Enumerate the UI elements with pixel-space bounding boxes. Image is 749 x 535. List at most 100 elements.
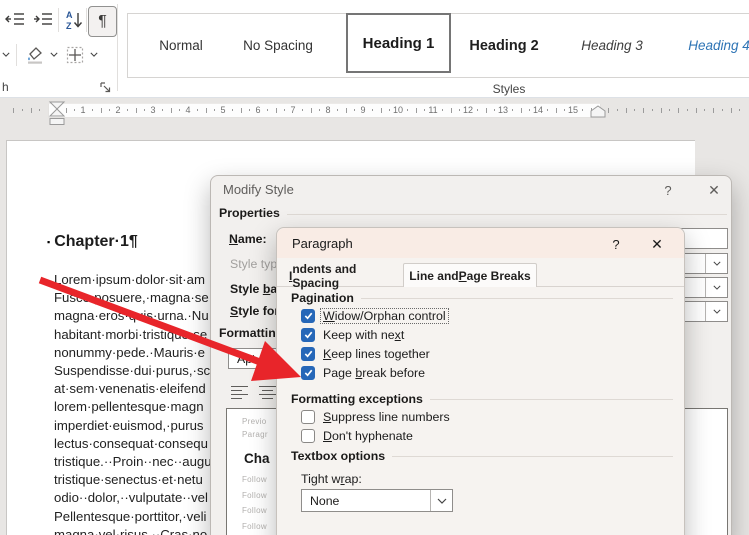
checkbox-box[interactable]	[301, 410, 315, 424]
document-text-line[interactable]: nonummy·pede.·Mauris·e	[54, 344, 216, 362]
ruler-tick	[74, 109, 75, 111]
ruler-tick	[459, 109, 460, 111]
ruler-tick	[214, 109, 215, 111]
checkbox-keep-with-next[interactable]: Keep with next	[291, 325, 673, 344]
heading-text: Chapter·1¶	[54, 233, 138, 251]
decrease-indent-icon[interactable]	[3, 10, 26, 28]
tight-wrap-combo[interactable]: None	[301, 489, 453, 512]
ruler-tick	[346, 108, 347, 113]
document-heading[interactable]: ▪ Chapter·1¶	[47, 233, 138, 251]
align-center-icon[interactable]	[259, 386, 276, 400]
align-left-icon[interactable]	[231, 386, 248, 400]
document-text-line[interactable]: magna·eros·quis·urna.·Nu	[54, 307, 216, 325]
ruler-tick	[232, 109, 233, 111]
ruler-tick	[739, 109, 740, 111]
checkbox-label: Don't hyphenate	[321, 429, 415, 443]
document-body[interactable]: Lorem·ipsum·dolor·sit·amFusce·posuere,·m…	[54, 271, 216, 535]
dialog-launcher-icon[interactable]	[99, 81, 112, 94]
preview-following-line: Follow	[242, 475, 267, 484]
ruler-tick	[556, 108, 557, 113]
document-text-line[interactable]: tristique·senectus·et·netu	[54, 471, 216, 489]
tight-wrap-label: Tight wrap:	[301, 472, 673, 486]
checkbox-widow-orphan-control[interactable]: Widow/Orphan control	[291, 306, 673, 325]
borders-icon[interactable]	[64, 44, 86, 66]
close-icon[interactable]: ✕	[648, 235, 666, 253]
ruler-tick	[319, 109, 320, 111]
ribbon-separator	[58, 8, 59, 32]
ruler-tick	[57, 109, 58, 111]
chevron-down-icon[interactable]	[88, 48, 100, 60]
ruler-tick: 11	[428, 105, 437, 115]
document-text-line[interactable]: tristique.··Proin··nec··augu	[54, 453, 216, 471]
style-gallery-item-no-spacing[interactable]: No Spacing	[243, 14, 313, 77]
chevron-down-icon[interactable]	[705, 254, 727, 273]
shading-bucket-icon[interactable]	[24, 44, 46, 66]
ruler-tick	[451, 108, 452, 113]
checkbox-label: Keep lines together	[321, 347, 432, 361]
ruler-tick	[31, 108, 32, 113]
document-text-line[interactable]: imperdiet·euismod,·purus	[54, 417, 216, 435]
chevron-down-icon[interactable]	[705, 278, 727, 297]
checkbox-box[interactable]	[301, 429, 315, 443]
chevron-down-icon[interactable]	[0, 48, 12, 60]
ruler-tick: 2	[115, 105, 120, 115]
preview-previous-text: Previo	[242, 417, 266, 426]
ruler-tick	[302, 109, 303, 111]
ruler-tick: 9	[360, 105, 365, 115]
close-icon[interactable]: ✕	[705, 181, 723, 199]
ruler-tick	[284, 109, 285, 111]
ruler-tick	[372, 109, 373, 111]
checkbox-box[interactable]	[301, 328, 315, 342]
ruler-tick	[731, 108, 732, 113]
checkbox-suppress-line-numbers[interactable]: Suppress line numbers	[291, 407, 673, 426]
ruler-tick	[722, 109, 723, 111]
checkbox-box[interactable]	[301, 347, 315, 361]
ruler-tick: 12	[463, 105, 473, 115]
style-gallery-item-heading-4[interactable]: Heading 4	[688, 14, 749, 77]
checkbox-page-break-before[interactable]: Page break before	[291, 363, 673, 382]
paragraph-content: PaginationWidow/Orphan controlKeep with …	[291, 290, 673, 512]
help-icon[interactable]: ?	[659, 181, 677, 199]
document-text-line[interactable]: at·sem·venenatis·eleifend	[54, 380, 216, 398]
document-text-line[interactable]: lectus·consequat·consequ	[54, 435, 216, 453]
checkbox-don-t-hyphenate[interactable]: Don't hyphenate	[291, 426, 673, 445]
tab-line-and-page-breaks[interactable]: Line and Page Breaks	[403, 263, 537, 287]
tab-indents-and-spacing[interactable]: Indents and Spacing	[289, 265, 399, 286]
checkbox-box[interactable]	[301, 309, 315, 323]
style-gallery-item-normal[interactable]: Normal	[159, 14, 203, 77]
checkbox-box[interactable]	[301, 366, 315, 380]
group-header-textbox-options: Textbox options	[291, 448, 673, 464]
chevron-down-icon[interactable]	[48, 48, 60, 60]
document-text-line[interactable]: magna·vel·risus.··Cras·no	[54, 526, 216, 535]
chevron-down-icon[interactable]	[430, 490, 452, 511]
ruler-tick	[477, 109, 478, 111]
document-text-line[interactable]: Fusce·posuere,·magna·se	[54, 289, 216, 307]
checkbox-label: Page break before	[321, 366, 427, 380]
ruler-tick	[311, 108, 312, 113]
help-icon[interactable]: ?	[607, 235, 625, 253]
style-gallery-item-heading-1[interactable]: Heading 1	[346, 13, 451, 73]
document-text-line[interactable]: odio··dolor,··vulputate··vel	[54, 489, 216, 507]
document-text-line[interactable]: habitant·morbi·tristique·se	[54, 326, 216, 344]
chevron-down-icon[interactable]	[705, 302, 727, 321]
document-text-line[interactable]: Pellentesque·porttitor,·veli	[54, 508, 216, 526]
paragraph-title: Paragraph	[292, 236, 353, 251]
preview-following-line: Follow	[242, 522, 267, 531]
heading-bullet: ▪	[47, 237, 50, 247]
show-formatting-marks-button[interactable]: ¶	[88, 6, 117, 37]
sort-icon[interactable]: A Z	[61, 8, 86, 32]
style-gallery-item-heading-2[interactable]: Heading 2	[469, 14, 538, 77]
document-text-line[interactable]: lorem·pellentesque·magn	[54, 398, 216, 416]
ruler-tick	[416, 108, 417, 113]
checkbox-keep-lines-together[interactable]: Keep lines together	[291, 344, 673, 363]
increase-indent-icon[interactable]	[31, 10, 54, 28]
ruler-tick	[704, 109, 705, 111]
ruler-tick	[626, 108, 627, 113]
ruler-tick	[652, 109, 653, 111]
document-text-line[interactable]: Lorem·ipsum·dolor·sit·am	[54, 271, 216, 289]
document-text-line[interactable]: Suspendisse·dui·purus,·sc	[54, 362, 216, 380]
ruler-tick	[92, 109, 93, 111]
ruler-tick	[669, 109, 670, 111]
style-gallery-item-heading-3[interactable]: Heading 3	[581, 14, 643, 77]
checkbox-label: Widow/Orphan control	[321, 309, 448, 323]
